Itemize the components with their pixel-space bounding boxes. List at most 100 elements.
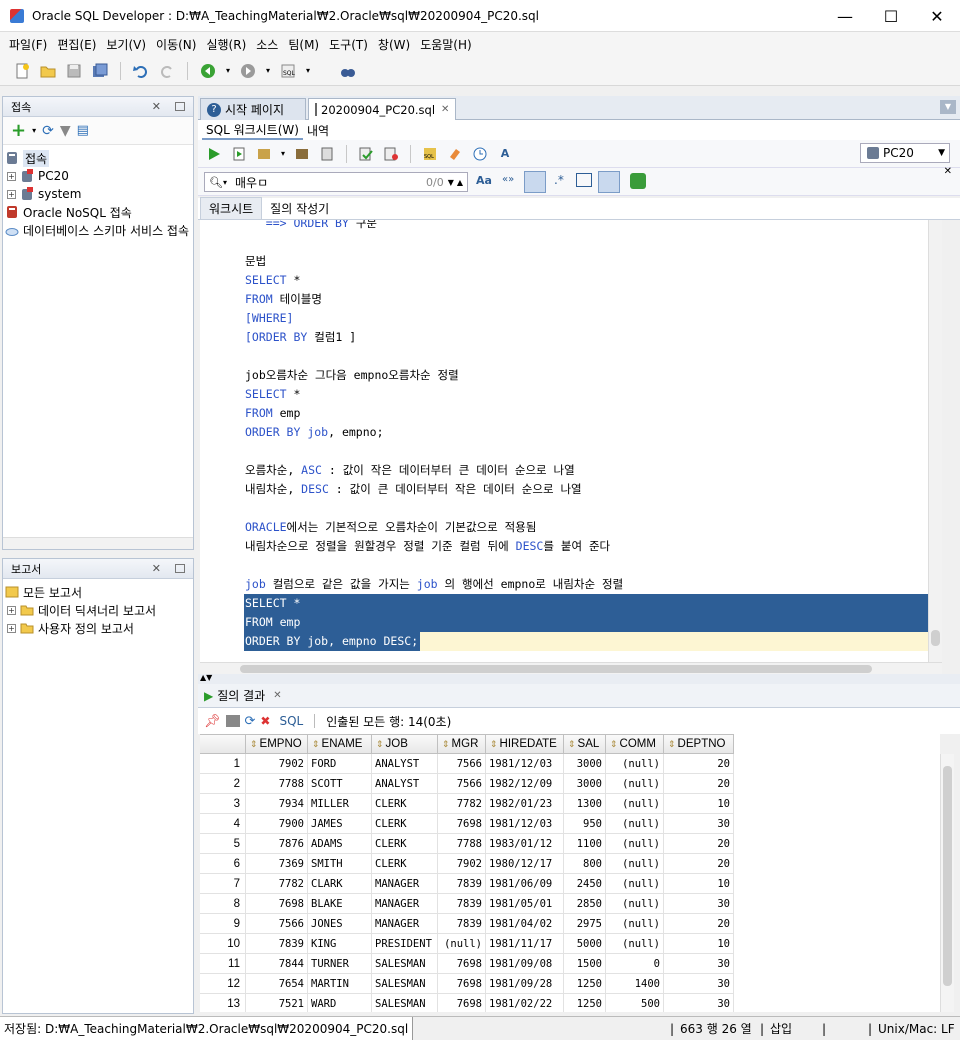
expand-icon[interactable]: +	[7, 171, 16, 181]
table-cell-job[interactable]: MANAGER	[372, 874, 438, 894]
table-row[interactable]: 13 7521 WARD SALESMAN 7698 1981/02/22 1250 500 3…	[200, 994, 940, 1012]
new-file-icon[interactable]	[12, 61, 32, 81]
table-cell-deptno[interactable]: 30	[664, 994, 734, 1012]
table-cell-deptno[interactable]: 20	[664, 914, 734, 934]
table-row[interactable]: 5 7876 ADAMS CLERK 7788 1983/01/12 1100 (null) 2…	[200, 834, 940, 854]
menu-edit[interactable]: 편집(E)	[52, 36, 101, 53]
tree-item-connections[interactable]: 접속	[3, 149, 193, 167]
open-folder-icon[interactable]	[38, 61, 58, 81]
table-cell-ename[interactable]: CLARK	[308, 874, 372, 894]
refresh-icon[interactable]: ⟳	[245, 714, 256, 729]
sql-icon[interactable]: SQL	[278, 61, 298, 81]
table-cell-ename[interactable]: BLAKE	[308, 894, 372, 914]
table-cell-ename[interactable]: MARTIN	[308, 974, 372, 994]
replace-icon[interactable]	[630, 173, 646, 189]
connection-selector[interactable]: PC20 ▼	[860, 143, 950, 163]
scroll-thumb[interactable]	[240, 665, 872, 673]
table-cell-sal[interactable]: 2850	[564, 894, 606, 914]
filter-icon[interactable]: ▼	[60, 123, 71, 139]
table-cell-mgr[interactable]: 7782	[438, 794, 486, 814]
tab-sql-worksheet[interactable]: SQL 워크시트(W)	[202, 121, 303, 140]
table-cell-sal[interactable]: 2975	[564, 914, 606, 934]
table-cell-ename[interactable]: MILLER	[308, 794, 372, 814]
cancel-icon[interactable]: ✖	[260, 714, 270, 728]
menu-team[interactable]: 팀(M)	[283, 36, 324, 53]
row-number[interactable]: 5	[200, 834, 246, 854]
table-cell-empno[interactable]: 7900	[246, 814, 308, 834]
table-row[interactable]: 3 7934 MILLER CLERK 7782 1982/01/23 1300 (null)…	[200, 794, 940, 814]
table-cell-mgr[interactable]: 7788	[438, 834, 486, 854]
table-cell-hiredate[interactable]: 1980/12/17	[486, 854, 564, 874]
chevron-up-icon[interactable]: ▲▼	[200, 673, 212, 682]
wrap-icon[interactable]	[576, 173, 592, 187]
column-header-sal[interactable]: ⇕ SAL	[564, 734, 606, 754]
tree-item-system[interactable]: + system	[3, 185, 193, 203]
table-cell-mgr[interactable]: 7698	[438, 974, 486, 994]
table-row[interactable]: 7 7782 CLARK MANAGER 7839 1981/06/09 2450 (null…	[200, 874, 940, 894]
regex-icon[interactable]: .*	[554, 173, 564, 187]
row-number[interactable]: 8	[200, 894, 246, 914]
menu-tools[interactable]: 도구(T)	[324, 36, 373, 53]
row-number[interactable]: 2	[200, 774, 246, 794]
table-cell-ename[interactable]: FORD	[308, 754, 372, 774]
tree-item-user-defined[interactable]: + 사용자 정의 보고서	[3, 619, 193, 637]
table-cell-job[interactable]: PRESIDENT	[372, 934, 438, 954]
table-cell-job[interactable]: CLERK	[372, 854, 438, 874]
tab-start-page[interactable]: ? 시작 페이지	[200, 98, 306, 120]
commit-icon[interactable]	[356, 144, 376, 164]
close-icon[interactable]: ✕	[152, 100, 161, 113]
row-number[interactable]: 1	[200, 754, 246, 774]
row-number[interactable]: 10	[200, 934, 246, 954]
table-cell-hiredate[interactable]: 1982/12/09	[486, 774, 564, 794]
row-number[interactable]: 3	[200, 794, 246, 814]
table-cell-mgr[interactable]: (null)	[438, 934, 486, 954]
sort-icon[interactable]: ⇕	[250, 739, 258, 750]
table-cell-hiredate[interactable]: 1981/02/22	[486, 994, 564, 1012]
chevron-down-icon[interactable]: ▾	[264, 61, 272, 81]
table-cell-job[interactable]: CLERK	[372, 834, 438, 854]
column-header-comm[interactable]: ⇕ COMM	[606, 734, 664, 754]
editor-vertical-scrollbar[interactable]	[928, 220, 942, 662]
table-cell-deptno[interactable]: 20	[664, 854, 734, 874]
table-cell-deptno[interactable]: 30	[664, 814, 734, 834]
table-cell-sal[interactable]: 800	[564, 854, 606, 874]
table-row[interactable]: 12 7654 MARTIN SALESMAN 7698 1981/09/28 1250 14…	[200, 974, 940, 994]
selection-icon[interactable]	[598, 171, 620, 193]
column-header-hiredate[interactable]: ⇕ HIREDATE	[486, 734, 564, 754]
menu-help[interactable]: 도움말(H)	[415, 36, 477, 53]
maximize-button[interactable]: ☐	[868, 0, 914, 32]
menu-window[interactable]: 창(W)	[373, 36, 415, 53]
table-cell-deptno[interactable]: 10	[664, 934, 734, 954]
table-cell-hiredate[interactable]: 1981/04/02	[486, 914, 564, 934]
column-header-job[interactable]: ⇕ JOB	[372, 734, 438, 754]
format-icon[interactable]: A	[495, 144, 515, 164]
table-cell-hiredate[interactable]: 1981/05/01	[486, 894, 564, 914]
table-cell-comm[interactable]: (null)	[606, 754, 664, 774]
table-row[interactable]: 4 7900 JAMES CLERK 7698 1981/12/03 950 (null) 30	[200, 814, 940, 834]
table-cell-mgr[interactable]: 7566	[438, 774, 486, 794]
table-cell-empno[interactable]: 7521	[246, 994, 308, 1012]
table-cell-empno[interactable]: 7654	[246, 974, 308, 994]
table-cell-comm[interactable]: (null)	[606, 794, 664, 814]
table-cell-empno[interactable]: 7839	[246, 934, 308, 954]
pane-splitter[interactable]: ▲▼	[198, 673, 960, 684]
save-all-icon[interactable]	[90, 61, 110, 81]
table-cell-empno[interactable]: 7788	[246, 774, 308, 794]
rollback-icon[interactable]	[381, 144, 401, 164]
tree-item-cloud[interactable]: 데이터베이스 스키마 서비스 접속	[3, 221, 193, 239]
sort-icon[interactable]: ⇕	[610, 739, 618, 750]
table-cell-comm[interactable]: 500	[606, 994, 664, 1012]
column-header-deptno[interactable]: ⇕ DEPTNO	[664, 734, 734, 754]
sort-icon[interactable]: ⇕	[668, 739, 676, 750]
table-cell-comm[interactable]: 0	[606, 954, 664, 974]
menu-file[interactable]: 파일(F)	[4, 36, 52, 53]
row-number[interactable]: 12	[200, 974, 246, 994]
table-cell-sal[interactable]: 3000	[564, 754, 606, 774]
table-cell-mgr[interactable]: 7839	[438, 874, 486, 894]
table-cell-sal[interactable]: 950	[564, 814, 606, 834]
eraser-icon[interactable]	[445, 144, 465, 164]
table-cell-ename[interactable]: JONES	[308, 914, 372, 934]
sort-icon[interactable]: ⇕	[442, 739, 450, 750]
table-cell-mgr[interactable]: 7839	[438, 894, 486, 914]
table-cell-comm[interactable]: (null)	[606, 854, 664, 874]
